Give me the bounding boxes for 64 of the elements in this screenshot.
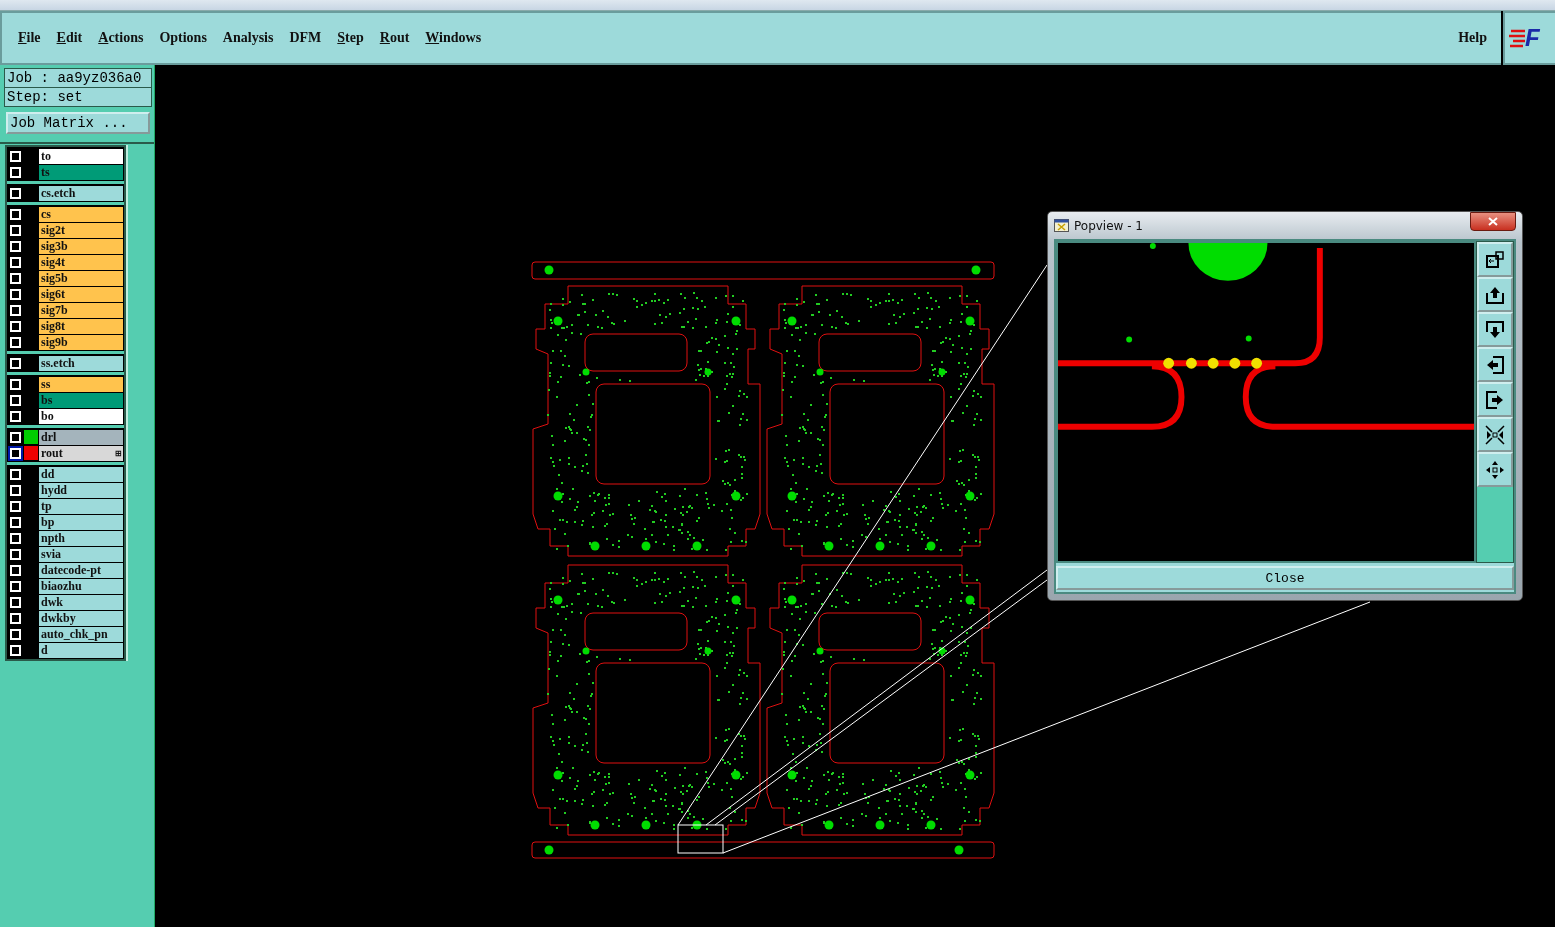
step-name: Step: set [6, 88, 84, 106]
menu-item[interactable]: Edit [48, 30, 91, 46]
layer-name[interactable]: dwk [39, 594, 124, 610]
window-icon [1054, 219, 1069, 232]
layer-name[interactable]: auto_chk_pn [39, 626, 124, 642]
menu-item[interactable]: Analysis [214, 30, 282, 46]
layer-name[interactable]: biaozhu [39, 578, 124, 594]
layer-name[interactable]: tp [39, 498, 124, 514]
toolbar-button[interactable] [1477, 347, 1513, 382]
layer-name[interactable]: sig6t [39, 286, 124, 302]
menu-item[interactable]: DFM [281, 30, 330, 46]
toolbar-button[interactable] [1477, 452, 1513, 487]
window-icon [1485, 249, 1505, 270]
layer-name[interactable]: sig2t [39, 222, 124, 238]
shrink-arrows-icon [1485, 424, 1505, 445]
logo-text: F [1525, 24, 1540, 52]
layer-name[interactable]: npth [39, 530, 124, 546]
menu-item[interactable]: File [10, 30, 49, 46]
layer-name[interactable]: cs [39, 206, 124, 222]
layer-name[interactable]: dd [39, 466, 124, 482]
close-button[interactable]: Close [1056, 566, 1514, 590]
job-name: Job : aa9yz036a0 [5, 69, 151, 88]
menu-item[interactable]: Actions [90, 30, 152, 46]
help-menu[interactable]: Help [1450, 11, 1501, 65]
layer-name[interactable]: ts [39, 164, 124, 180]
menu-item[interactable]: Step [329, 30, 372, 46]
layer-name[interactable]: sig3b [39, 238, 124, 254]
layer-name[interactable]: ss [39, 376, 124, 392]
layer-name[interactable]: ss.etch [39, 355, 124, 371]
right-arrow-icon [1485, 389, 1505, 410]
layer-name[interactable]: datecode-pt [39, 562, 124, 578]
layer-name[interactable]: bs [39, 392, 124, 408]
layer-name[interactable]: sig8t [39, 318, 124, 334]
layer-name[interactable]: d [39, 642, 124, 658]
layer-name[interactable]: cs.etch [39, 185, 124, 201]
layer-name[interactable]: sig5b [39, 270, 124, 286]
left-arrow-icon [1485, 354, 1505, 375]
toolbar-button[interactable] [1477, 312, 1513, 347]
layer-name[interactable]: drl [39, 429, 124, 445]
layer-name[interactable]: rout ⊞ [39, 445, 124, 461]
toolbar-button[interactable] [1477, 277, 1513, 312]
toolbar-button[interactable] [1477, 382, 1513, 417]
layer-name[interactable]: sig4t [39, 254, 124, 270]
window-title: Popview - 1 [1074, 218, 1144, 233]
layer-name[interactable]: sig9b [39, 334, 124, 350]
speed-lines-icon [1509, 28, 1527, 48]
menu-item[interactable]: Rout [371, 30, 418, 46]
menu-item[interactable]: Windows [417, 30, 490, 46]
layer-name[interactable]: svia [39, 546, 124, 562]
toolbar-button[interactable] [1477, 242, 1513, 277]
layer-name[interactable]: sig7b [39, 302, 124, 318]
layer-name[interactable]: bp [39, 514, 124, 530]
zoom-area-frame [677, 824, 724, 854]
layer-name[interactable]: hydd [39, 482, 124, 498]
job-matrix-button[interactable]: Job Matrix ... [6, 112, 150, 134]
layer-name[interactable]: bo [39, 408, 124, 424]
menu-item[interactable]: Options [151, 30, 215, 46]
down-arrow-icon [1485, 319, 1505, 340]
close-icon [1488, 217, 1498, 226]
close-button[interactable] [1470, 212, 1516, 231]
move-arrows-icon [1485, 459, 1505, 480]
layer-name[interactable]: dwkby [39, 610, 124, 626]
toolbar-button[interactable] [1477, 417, 1513, 452]
layer-name[interactable]: to [39, 148, 124, 164]
